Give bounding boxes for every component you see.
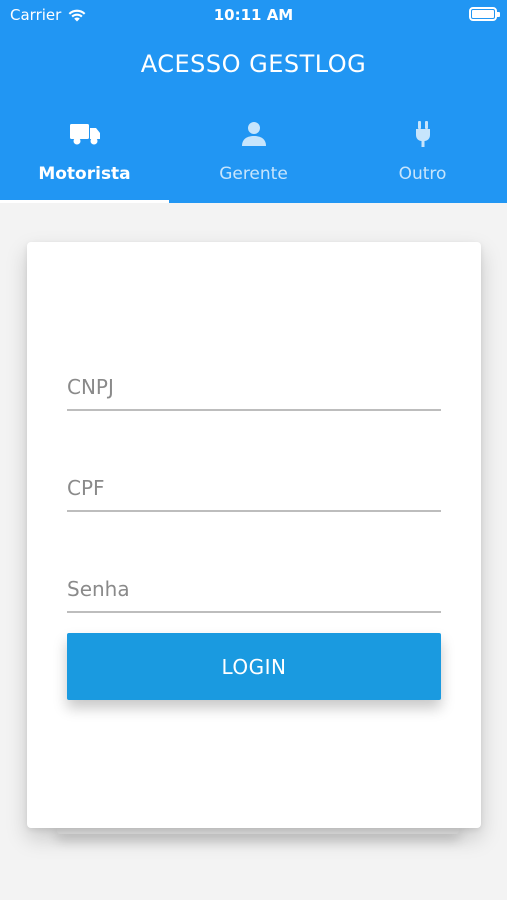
login-button[interactable]: LOGIN <box>67 633 441 700</box>
tab-active-indicator <box>0 200 169 203</box>
tab-outro[interactable]: Outro <box>338 110 507 203</box>
tab-gerente[interactable]: Gerente <box>169 110 338 203</box>
user-type-tabs: Motorista Gerente Outro <box>0 110 507 203</box>
status-bar: Carrier 10:11 AM <box>0 0 507 30</box>
cnpj-input[interactable] <box>67 351 441 409</box>
person-icon <box>238 120 270 148</box>
battery-icon <box>469 7 500 21</box>
cpf-input[interactable] <box>67 452 441 510</box>
tab-label-outro: Outro <box>398 164 447 184</box>
cpf-field-container <box>67 452 441 512</box>
tab-motorista[interactable]: Motorista <box>0 110 169 203</box>
truck-icon <box>69 120 101 148</box>
page-title: ACESSO GESTLOG <box>140 50 367 78</box>
senha-field-container <box>67 553 441 613</box>
app-header: Carrier 10:11 AM ACESSO GESTLOG Motorist… <box>0 0 507 203</box>
tab-label-gerente: Gerente <box>219 164 288 184</box>
login-card: LOGIN <box>27 242 481 828</box>
status-time: 10:11 AM <box>213 6 294 24</box>
plug-icon <box>407 120 439 148</box>
login-screen: Carrier 10:11 AM ACESSO GESTLOG Motorist… <box>0 0 507 900</box>
senha-input[interactable] <box>67 553 441 611</box>
tab-label-motorista: Motorista <box>38 164 131 184</box>
cnpj-field-container <box>67 351 441 411</box>
